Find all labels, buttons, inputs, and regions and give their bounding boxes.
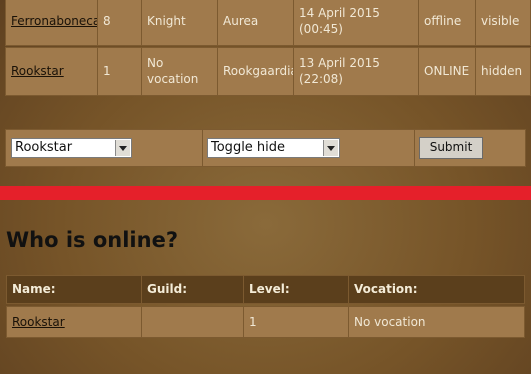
- table-row-cell-world: Aurea: [217, 0, 294, 46]
- table-row-cell-level: 8: [97, 0, 142, 46]
- column-header-name: Name:: [6, 275, 142, 304]
- table-row-cell-status: ONLINE: [418, 47, 476, 96]
- chevron-down-icon[interactable]: [115, 140, 130, 156]
- characters-table: Ferronaboneca 8 Knight Aurea 14 April 20…: [0, 0, 531, 97]
- character-link[interactable]: Ferronaboneca: [11, 14, 100, 28]
- character-select[interactable]: Rookstar: [11, 138, 132, 158]
- table-row-cell-last-login: 14 April 2015 (00:45): [293, 0, 419, 46]
- table-row: Rookstar: [6, 306, 142, 338]
- table-row-cell-last-login: 13 April 2015 (22:08): [293, 47, 419, 96]
- submit-button[interactable]: Submit: [419, 137, 483, 159]
- divider: [0, 186, 531, 200]
- table-row-cell-name: Rookstar: [5, 47, 98, 96]
- online-guild-cell: [141, 306, 244, 338]
- action-select-value: Toggle hide: [211, 140, 286, 155]
- character-link[interactable]: Rookstar: [11, 64, 64, 78]
- action-select[interactable]: Toggle hide: [207, 138, 340, 158]
- online-level-cell: 1: [243, 306, 349, 338]
- online-player-link[interactable]: Rookstar: [12, 315, 65, 329]
- character-select-value: Rookstar: [15, 140, 73, 155]
- column-header-level: Level:: [243, 275, 349, 304]
- chevron-down-icon[interactable]: [323, 140, 338, 156]
- table-row-cell-status: offline: [418, 0, 476, 46]
- page-title: Who is online?: [6, 228, 179, 252]
- table-row-cell-visibility: visible: [475, 0, 531, 46]
- table-row-cell-vocation: No vocation: [141, 47, 218, 96]
- table-row-cell-world: Rookgaardia: [217, 47, 298, 96]
- table-row-cell-vocation: Knight: [141, 0, 218, 46]
- column-header-guild: Guild:: [141, 275, 244, 304]
- column-header-vocation: Vocation:: [348, 275, 525, 304]
- table-row-cell-visibility: hidden: [475, 47, 531, 96]
- online-vocation-cell: No vocation: [348, 306, 525, 338]
- table-row-cell-name: Ferronaboneca: [5, 0, 100, 46]
- table-row-cell-level: 1: [97, 47, 142, 96]
